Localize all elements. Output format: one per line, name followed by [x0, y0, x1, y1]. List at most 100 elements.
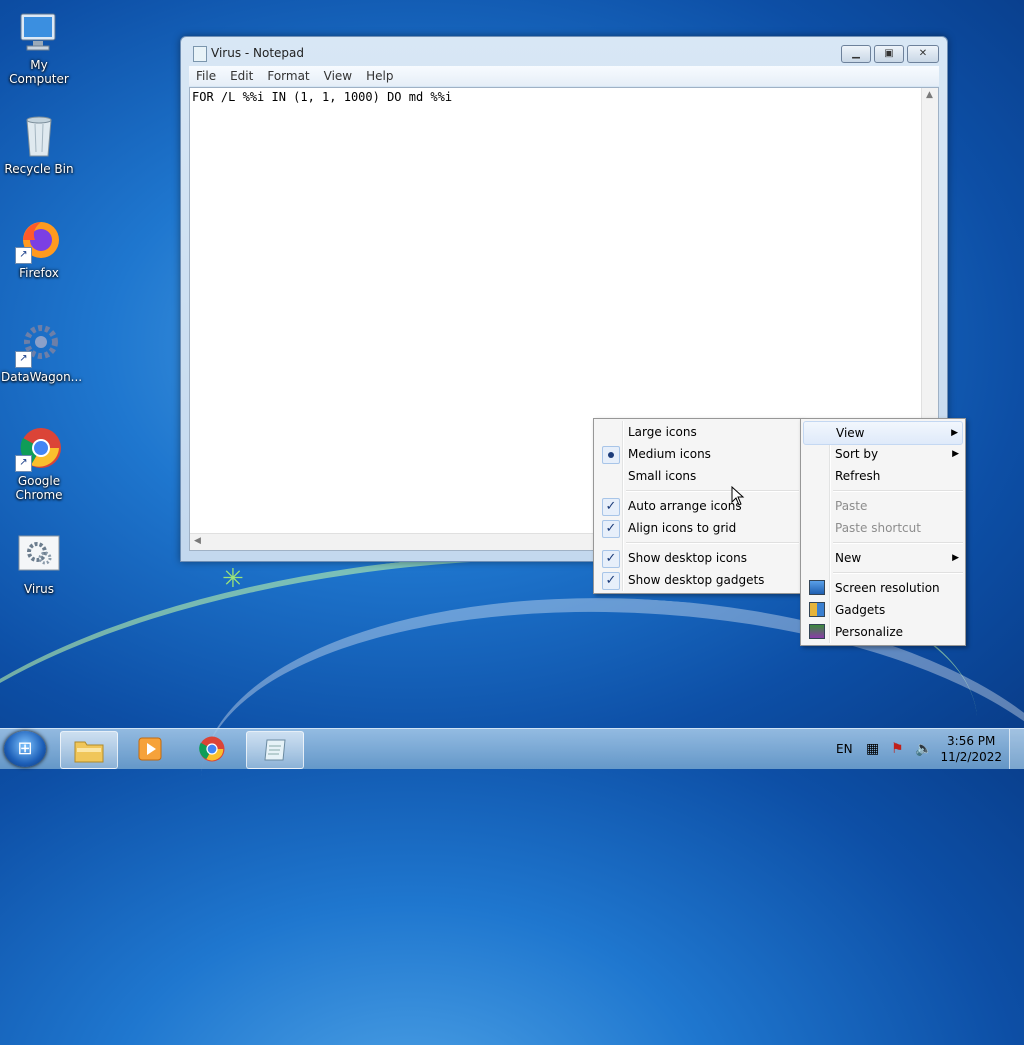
menu-edit[interactable]: Edit: [223, 66, 260, 86]
menu-item-paste: Paste: [803, 495, 963, 517]
gadgets-icon: [809, 602, 825, 617]
menu-item-medium-icons[interactable]: Medium icons: [596, 443, 799, 465]
desktop-icon-label: DataWagon...: [1, 370, 83, 384]
scroll-up-icon[interactable]: ▲: [926, 90, 933, 100]
desktop-icon-label: Google Chrome: [15, 474, 63, 502]
window-title: Virus - Notepad: [211, 46, 305, 60]
submenu-arrow-icon: ▶: [951, 428, 958, 438]
menu-item-gadgets[interactable]: Gadgets: [803, 599, 963, 621]
clock[interactable]: 3:56 PM 11/2/2022: [940, 733, 1002, 765]
computer-icon: [15, 8, 63, 56]
menu-separator: [833, 572, 963, 574]
menu-item-screen-resolution[interactable]: Screen resolution: [803, 577, 963, 599]
menu-item-label: Refresh: [835, 469, 881, 483]
language-indicator[interactable]: EN: [836, 729, 853, 769]
menu-item-label: Paste shortcut: [835, 521, 921, 535]
menu-bar: File Edit Format View Help: [189, 66, 939, 86]
menu-separator: [833, 490, 963, 492]
menu-item-label: Auto arrange icons: [628, 499, 742, 513]
close-button[interactable]: ✕: [907, 45, 939, 63]
menu-help[interactable]: Help: [359, 66, 400, 86]
start-button[interactable]: ⊞: [4, 731, 46, 767]
maximize-button[interactable]: ▣: [874, 45, 904, 63]
menu-item-paste-shortcut: Paste shortcut: [803, 517, 963, 539]
checkmark-icon: ✓: [602, 520, 620, 538]
menu-separator: [626, 542, 799, 544]
menu-item-align-icons-to-grid[interactable]: ✓ Align icons to grid: [596, 517, 799, 539]
notepad-icon: [264, 739, 286, 761]
view-submenu: Large icons Medium icons Small icons ✓ Au…: [593, 418, 802, 594]
menu-item-label: Gadgets: [835, 603, 886, 617]
menu-item-label: Show desktop icons: [628, 551, 748, 565]
menu-item-label: Align icons to grid: [628, 521, 737, 535]
taskbar: ⊞ EN ▦ ⚑ 🔈 3:56 PM 11/2/2022: [0, 728, 1024, 769]
windows-logo-icon: ⊞: [17, 738, 33, 759]
scroll-left-icon[interactable]: ◀: [194, 536, 201, 546]
desktop-context-menu: View ▶ Sort by ▶ Refresh Paste Paste short…: [800, 418, 966, 646]
menu-item-new[interactable]: New ▶: [803, 547, 963, 569]
desktop-icon-label: Virus: [23, 582, 55, 596]
network-icon[interactable]: ▦: [866, 729, 879, 769]
menu-item-label: New: [835, 551, 862, 565]
chrome-icon: ↗: [15, 424, 63, 472]
desktop-icon-datawagon[interactable]: ↗ DataWagon...: [1, 320, 83, 384]
menu-separator: [833, 542, 963, 544]
menu-item-personalize[interactable]: Personalize: [803, 621, 963, 643]
menu-item-show-desktop-icons[interactable]: ✓ Show desktop icons: [596, 547, 799, 569]
menu-view[interactable]: View: [317, 66, 359, 86]
wallpaper-flower-icon: ✳: [222, 564, 244, 594]
desktop-icon-recycle-bin[interactable]: Recycle Bin: [1, 112, 77, 176]
clock-time: 3:56 PM: [947, 734, 996, 748]
taskbar-chrome-button[interactable]: [184, 731, 240, 767]
menu-item-auto-arrange-icons[interactable]: ✓ Auto arrange icons: [596, 495, 799, 517]
submenu-arrow-icon: ▶: [952, 449, 959, 459]
taskbar-explorer-button[interactable]: [60, 731, 118, 769]
menu-item-view[interactable]: View ▶: [803, 421, 963, 445]
firefox-icon: ↗: [15, 216, 63, 264]
menu-item-label: Personalize: [835, 625, 904, 639]
checkmark-icon: ✓: [602, 498, 620, 516]
media-player-icon: [138, 737, 162, 761]
desktop-icon-label: Firefox: [19, 266, 59, 280]
menu-file[interactable]: File: [189, 66, 223, 86]
desktop-icon-firefox[interactable]: ↗ Firefox: [1, 216, 77, 280]
menu-item-label: Large icons: [628, 425, 697, 439]
personalize-icon: [809, 624, 825, 639]
clock-date: 11/2/2022: [940, 750, 1002, 764]
menu-item-label: Small icons: [628, 469, 697, 483]
radio-selected-icon: [602, 446, 620, 464]
menu-format[interactable]: Format: [260, 66, 316, 86]
desktop-icon-label: Recycle Bin: [4, 162, 74, 176]
menu-item-sort-by[interactable]: Sort by ▶: [803, 443, 963, 465]
desktop-icon-google-chrome[interactable]: ↗ Google Chrome: [1, 424, 77, 502]
desktop-icon-my-computer[interactable]: My Computer: [1, 8, 77, 86]
desktop-icon-label: My Computer: [9, 58, 69, 86]
shortcut-arrow-icon: ↗: [15, 351, 32, 368]
datawagon-icon: ↗: [15, 320, 63, 368]
volume-icon[interactable]: 🔈: [915, 729, 932, 769]
minimize-button[interactable]: ▁: [841, 45, 871, 63]
monitor-icon: [809, 580, 825, 595]
menu-item-large-icons[interactable]: Large icons: [596, 421, 799, 443]
action-center-flag-icon[interactable]: ⚑: [891, 729, 904, 769]
shortcut-arrow-icon: ↗: [15, 247, 32, 264]
shortcut-arrow-icon: ↗: [15, 455, 32, 472]
notepad-icon: [193, 46, 207, 62]
menu-separator: [626, 490, 799, 492]
folder-icon: [74, 741, 104, 763]
taskbar-notepad-button[interactable]: [246, 731, 304, 769]
taskbar-media-player-button[interactable]: [122, 731, 178, 767]
menu-item-refresh[interactable]: Refresh: [803, 465, 963, 487]
menu-item-label: View: [836, 426, 865, 440]
checkmark-icon: ✓: [602, 572, 620, 590]
show-desktop-button[interactable]: [1009, 729, 1024, 769]
menu-item-small-icons[interactable]: Small icons: [596, 465, 799, 487]
menu-item-label: Show desktop gadgets: [628, 573, 765, 587]
desktop-icon-virus[interactable]: Virus: [1, 532, 77, 596]
menu-item-show-desktop-gadgets[interactable]: ✓ Show desktop gadgets: [596, 569, 799, 591]
menu-item-label: Sort by: [835, 447, 879, 461]
mouse-cursor-icon: [731, 486, 745, 506]
menu-item-label: Paste: [835, 499, 868, 513]
editor-content[interactable]: FOR /L %%i IN (1, 1, 1000) DO md %%i: [192, 90, 452, 104]
batch-file-icon: [15, 532, 63, 580]
